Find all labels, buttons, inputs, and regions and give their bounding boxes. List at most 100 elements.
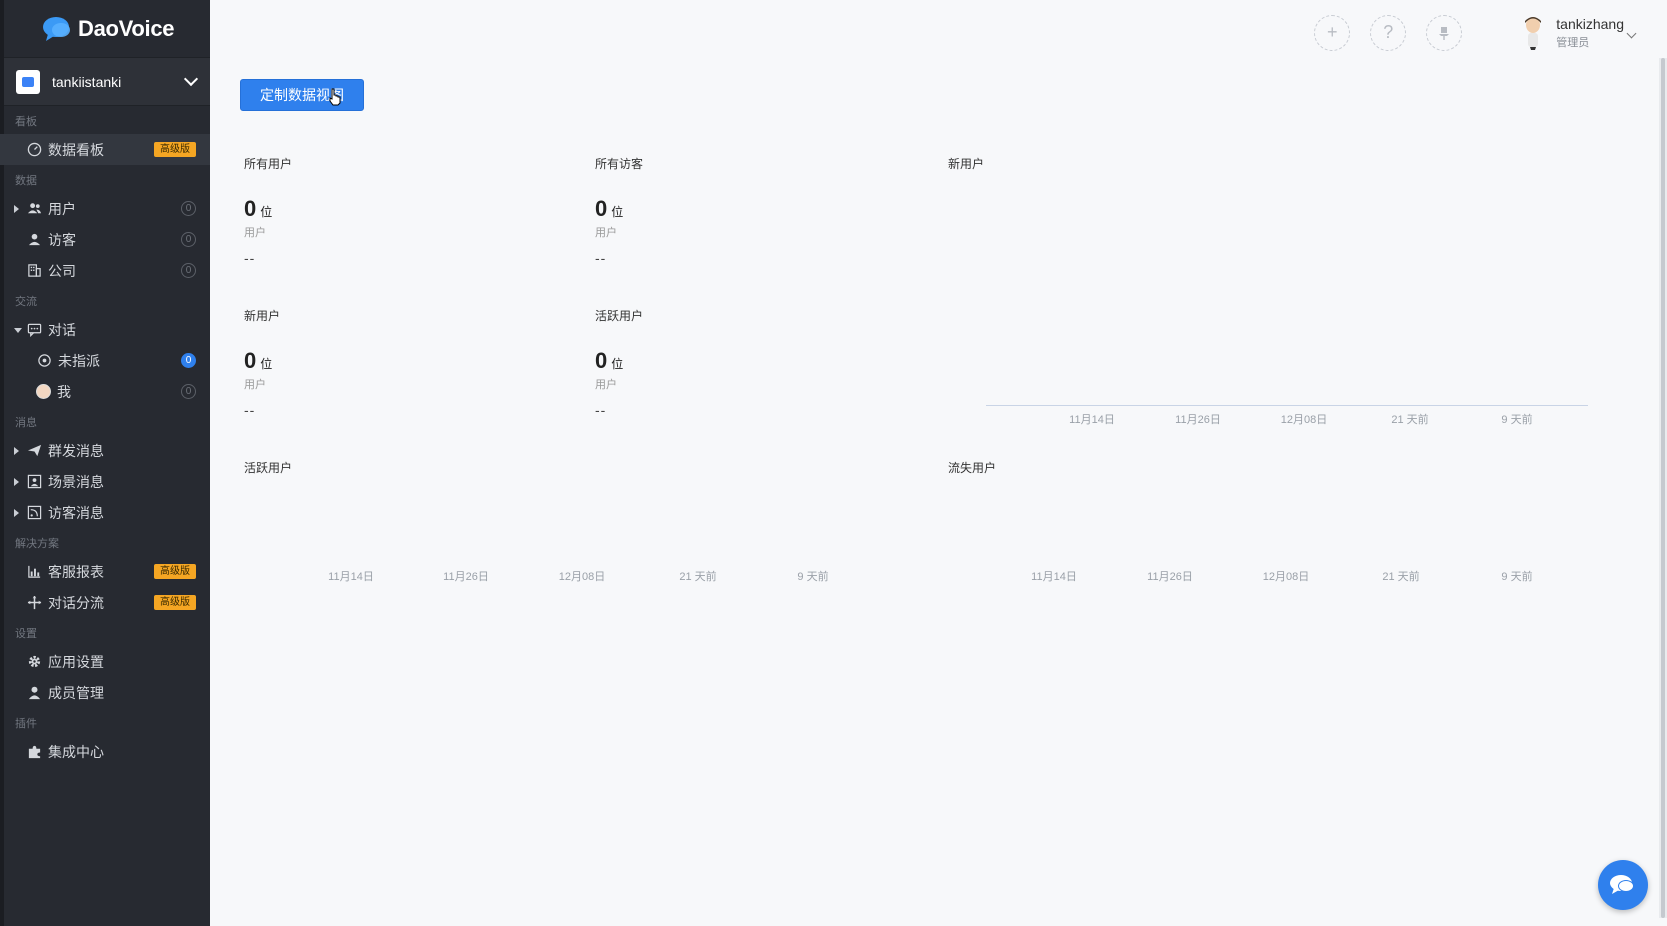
section-data: 数据 — [15, 175, 37, 187]
pin-icon — [1439, 26, 1450, 40]
chart-tick: 21 天前 — [1382, 571, 1420, 583]
chart-title-active-users: 活跃用户 — [244, 461, 293, 475]
target-icon — [36, 353, 52, 369]
sidebar-item-me[interactable]: 我 0 — [0, 376, 210, 407]
expand-arrow-icon[interactable] — [14, 477, 19, 486]
section-settings: 设置 — [15, 628, 37, 640]
puzzle-icon — [26, 744, 42, 760]
sidebar-item-visitor-msg[interactable]: 访客消息 — [0, 497, 210, 528]
sidebar-item-label: 应用设置 — [48, 653, 104, 670]
section-plugins: 插件 — [15, 718, 37, 730]
dashboard-gauge-icon — [26, 142, 42, 158]
chart-tick: 9 天前 — [1501, 571, 1533, 583]
sidebar-item-label: 对话分流 — [48, 594, 104, 611]
stat-sub: 用户 — [595, 379, 617, 391]
pro-badge: 高级版 — [154, 142, 196, 157]
sidebar-item-scene-msg[interactable]: 场景消息 — [0, 466, 210, 497]
scrollbar[interactable] — [1659, 58, 1667, 918]
chart-tick: 9 天前 — [1501, 414, 1533, 426]
portrait-icon — [26, 474, 42, 490]
app-name: DaoVoice — [78, 15, 175, 41]
stat-delta: -- — [244, 250, 256, 266]
stat-title: 所有访客 — [595, 157, 644, 171]
chart-tick: 11月14日 — [328, 571, 374, 583]
add-button[interactable]: + — [1314, 14, 1351, 51]
sidebar-item-label: 数据看板 — [48, 141, 104, 158]
top-bar: + ? tankizhang 管理员 — [1314, 10, 1667, 55]
user-menu[interactable]: tankizhang 管理员 — [1522, 16, 1637, 50]
chart-axis-new-users — [986, 405, 1588, 406]
chat-bubbles-icon — [1610, 875, 1634, 894]
stat-unit: 位 — [260, 205, 273, 219]
collapse-arrow-icon[interactable] — [14, 328, 22, 333]
customize-view-button[interactable]: 定制数据视图 — [240, 79, 364, 111]
chart-tick: 21 天前 — [679, 571, 717, 583]
sidebar-item-app-settings[interactable]: 应用设置 — [0, 646, 210, 677]
stat-title: 活跃用户 — [595, 309, 644, 323]
visitor-icon — [26, 232, 42, 248]
stat-delta: -- — [595, 250, 607, 266]
app-logo[interactable]: DaoVoice — [0, 0, 210, 58]
stat-title: 新用户 — [244, 309, 281, 323]
chart-tick: 12月08日 — [1280, 414, 1328, 426]
sidebar-item-visitors[interactable]: 访客 0 — [0, 224, 210, 255]
sidebar-item-companies[interactable]: 公司 0 — [0, 255, 210, 286]
team-switcher[interactable]: tankiistanki — [0, 58, 210, 106]
team-name: tankiistanki — [52, 73, 122, 90]
chevron-down-icon — [183, 71, 199, 87]
help-button[interactable]: ? — [1370, 14, 1407, 51]
sidebar-item-mass-msg[interactable]: 群发消息 — [0, 435, 210, 466]
chart-tick: 11月26日 — [1147, 571, 1193, 583]
sidebar-item-label: 客服报表 — [48, 563, 104, 580]
routing-icon — [26, 595, 42, 611]
sidebar-item-label: 公司 — [48, 262, 76, 279]
chat-launcher-button[interactable] — [1598, 860, 1648, 910]
expand-arrow-icon[interactable] — [14, 508, 19, 517]
stat-delta: -- — [244, 402, 256, 418]
section-msg: 消息 — [15, 417, 37, 429]
chart-tick: 11月14日 — [1031, 571, 1077, 583]
stat-unit: 位 — [260, 357, 273, 371]
sidebar-item-label: 对话 — [48, 321, 76, 338]
me-count: 0 — [181, 384, 196, 399]
sidebar-item-routing[interactable]: 对话分流 高级版 — [0, 587, 210, 618]
sidebar-item-reports[interactable]: 客服报表 高级版 — [0, 556, 210, 587]
sidebar-item-label: 未指派 — [58, 352, 100, 369]
sidebar-item-members[interactable]: 成员管理 — [0, 677, 210, 708]
sidebar-item-label: 用户 — [48, 200, 76, 217]
paper-plane-icon — [26, 443, 42, 459]
chevron-down-icon — [1626, 28, 1637, 39]
sidebar-item-label: 我 — [57, 383, 71, 400]
pro-badge: 高级版 — [154, 595, 196, 610]
user-role: 管理员 — [1556, 36, 1590, 49]
chart-tick: 9 天前 — [797, 571, 829, 583]
scrollbar-thumb[interactable] — [1661, 58, 1665, 918]
section-board: 看板 — [15, 116, 37, 128]
stat-sub: 用户 — [595, 227, 617, 239]
sidebar-item-users[interactable]: 用户 0 — [0, 193, 210, 224]
stat-all-visitors: 所有访客 0位 用户 -- — [595, 155, 643, 266]
expand-arrow-icon[interactable] — [14, 204, 19, 213]
chat-bubble-logo-icon — [42, 16, 72, 42]
stat-unit: 位 — [611, 205, 624, 219]
unassigned-count: 0 — [181, 353, 196, 368]
stat-value: 0 — [244, 196, 257, 221]
sidebar-item-integrations[interactable]: 集成中心 — [0, 736, 210, 767]
sidebar-item-conversations[interactable]: 对话 — [0, 314, 210, 345]
stat-value: 0 — [595, 348, 608, 373]
stat-delta: -- — [595, 402, 607, 418]
stat-all-users: 所有用户 0位 用户 -- — [244, 155, 292, 266]
users-icon — [26, 201, 42, 217]
stat-unit: 位 — [611, 357, 624, 371]
gear-icon — [26, 654, 42, 670]
sidebar-item-unassigned[interactable]: 未指派 0 — [0, 345, 210, 376]
chart-tick: 12月08日 — [558, 571, 606, 583]
notifications-button[interactable] — [1426, 14, 1463, 51]
sidebar-item-dashboard[interactable]: 数据看板 高级版 — [0, 134, 210, 165]
chart-tick: 12月08日 — [1262, 571, 1310, 583]
conversation-icon — [26, 322, 42, 338]
section-solutions: 解决方案 — [15, 538, 59, 550]
visitors-count: 0 — [181, 232, 196, 247]
sidebar-item-label: 成员管理 — [48, 684, 104, 701]
expand-arrow-icon[interactable] — [14, 446, 19, 455]
